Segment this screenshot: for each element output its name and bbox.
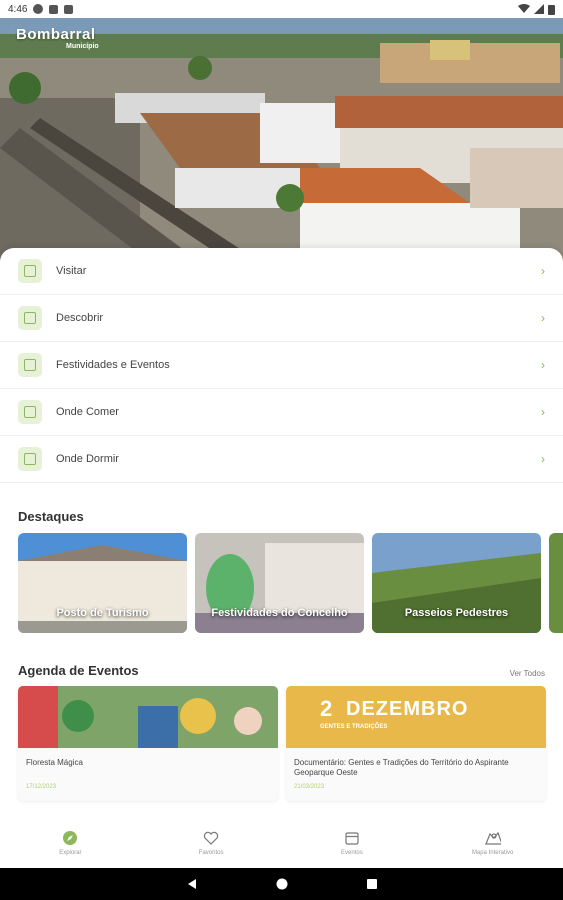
event-title: Floresta Mágica <box>26 758 83 767</box>
wifi-icon <box>518 4 530 13</box>
highlight-card-passeios[interactable]: Passeios Pedestres <box>372 533 541 633</box>
highlight-card-festividades[interactable]: Festividades do Concelho <box>195 533 364 633</box>
chevron-right-icon: › <box>541 452 545 466</box>
card-label: Festividades do Concelho <box>211 607 348 619</box>
tab-explorar[interactable]: Explorar <box>0 818 141 868</box>
recents-icon[interactable] <box>366 878 378 890</box>
tab-label: Explorar <box>59 850 82 856</box>
menu-item-label: Onde Dormir <box>56 453 119 465</box>
menu-item-visitar[interactable]: Visitar › <box>0 248 563 295</box>
banner-subtitle: GENTES E TRADIÇÕES <box>320 724 388 730</box>
highlight-card-next-peek[interactable] <box>549 533 563 633</box>
logo-subtitle: Município <box>66 43 99 50</box>
card-image <box>549 533 563 633</box>
festivities-icon <box>18 353 42 377</box>
tab-label: Eventos <box>341 850 363 856</box>
event-date: 17/12/2023 <box>26 784 57 790</box>
tab-mapa-interativo[interactable]: Mapa Interativo <box>422 818 563 868</box>
signal-icon <box>534 4 544 14</box>
battery-icon <box>548 4 555 15</box>
menu-item-label: Descobrir <box>56 312 104 324</box>
event-card-floresta[interactable]: Floresta Mágica 17/12/2023 <box>18 686 278 801</box>
heart-icon <box>203 830 219 846</box>
tab-label: Favoritos <box>198 850 224 856</box>
card-label: Posto de Turismo <box>56 607 149 619</box>
calendar-icon <box>344 830 360 846</box>
event-card-documentario[interactable]: 2 DEZEMBRO GENTES E TRADIÇÕES Documentár… <box>286 686 546 801</box>
highlight-card-posto-turismo[interactable]: Posto de Turismo <box>18 533 187 633</box>
visit-icon <box>18 259 42 283</box>
see-all-link[interactable]: Ver Todos <box>510 669 545 678</box>
menu-item-descobrir[interactable]: Descobrir › <box>0 295 563 342</box>
event-title: Documentário: Gentes e Tradições do Terr… <box>294 758 509 777</box>
card-label: Passeios Pedestres <box>404 607 509 619</box>
bombarral-logo: Bombarral <box>16 26 96 43</box>
bed-icon <box>18 447 42 471</box>
menu-item-label: Onde Comer <box>56 406 119 418</box>
menu-item-label: Visitar <box>56 265 87 277</box>
highlights-title: Destaques <box>18 509 84 524</box>
bottom-tab-bar: Explorar Favoritos Eventos Mapa Interati… <box>0 818 563 868</box>
status-bar: 4:46 <box>0 0 563 18</box>
main-sheet: Visitar › Descobrir › Festividades e Eve… <box>0 248 563 868</box>
banner-day: 2 <box>320 696 333 721</box>
back-icon[interactable] <box>186 878 198 890</box>
chevron-right-icon: › <box>541 405 545 419</box>
event-image: 2 DEZEMBRO GENTES E TRADIÇÕES <box>286 686 546 748</box>
banner-month: DEZEMBRO <box>346 698 469 720</box>
restaurant-icon <box>18 400 42 424</box>
town-photo <box>0 18 563 262</box>
app-notification-icon <box>33 4 44 14</box>
tab-favoritos[interactable]: Favoritos <box>141 818 282 868</box>
compass-icon <box>62 830 78 846</box>
notification-icon <box>49 4 59 14</box>
menu-item-onde-dormir[interactable]: Onde Dormir › <box>0 436 563 483</box>
system-nav-bar <box>0 868 563 900</box>
status-time: 4:46 <box>8 3 28 15</box>
discover-icon <box>18 306 42 330</box>
menu-item-festividades[interactable]: Festividades e Eventos › <box>0 342 563 389</box>
home-icon[interactable] <box>276 878 288 890</box>
hero-image: Bombarral Município <box>0 18 563 262</box>
chevron-right-icon: › <box>541 264 545 278</box>
event-image <box>18 686 278 748</box>
chevron-right-icon: › <box>541 358 545 372</box>
map-icon <box>484 830 501 846</box>
events-title: Agenda de Eventos <box>18 663 139 678</box>
tab-eventos[interactable]: Eventos <box>282 818 423 868</box>
chevron-right-icon: › <box>541 311 545 325</box>
menu-item-label: Festividades e Eventos <box>56 359 170 371</box>
menu-item-onde-comer[interactable]: Onde Comer › <box>0 389 563 436</box>
storage-icon <box>64 4 74 14</box>
event-date: 21/03/2023 <box>294 784 325 790</box>
tab-label: Mapa Interativo <box>471 850 514 856</box>
